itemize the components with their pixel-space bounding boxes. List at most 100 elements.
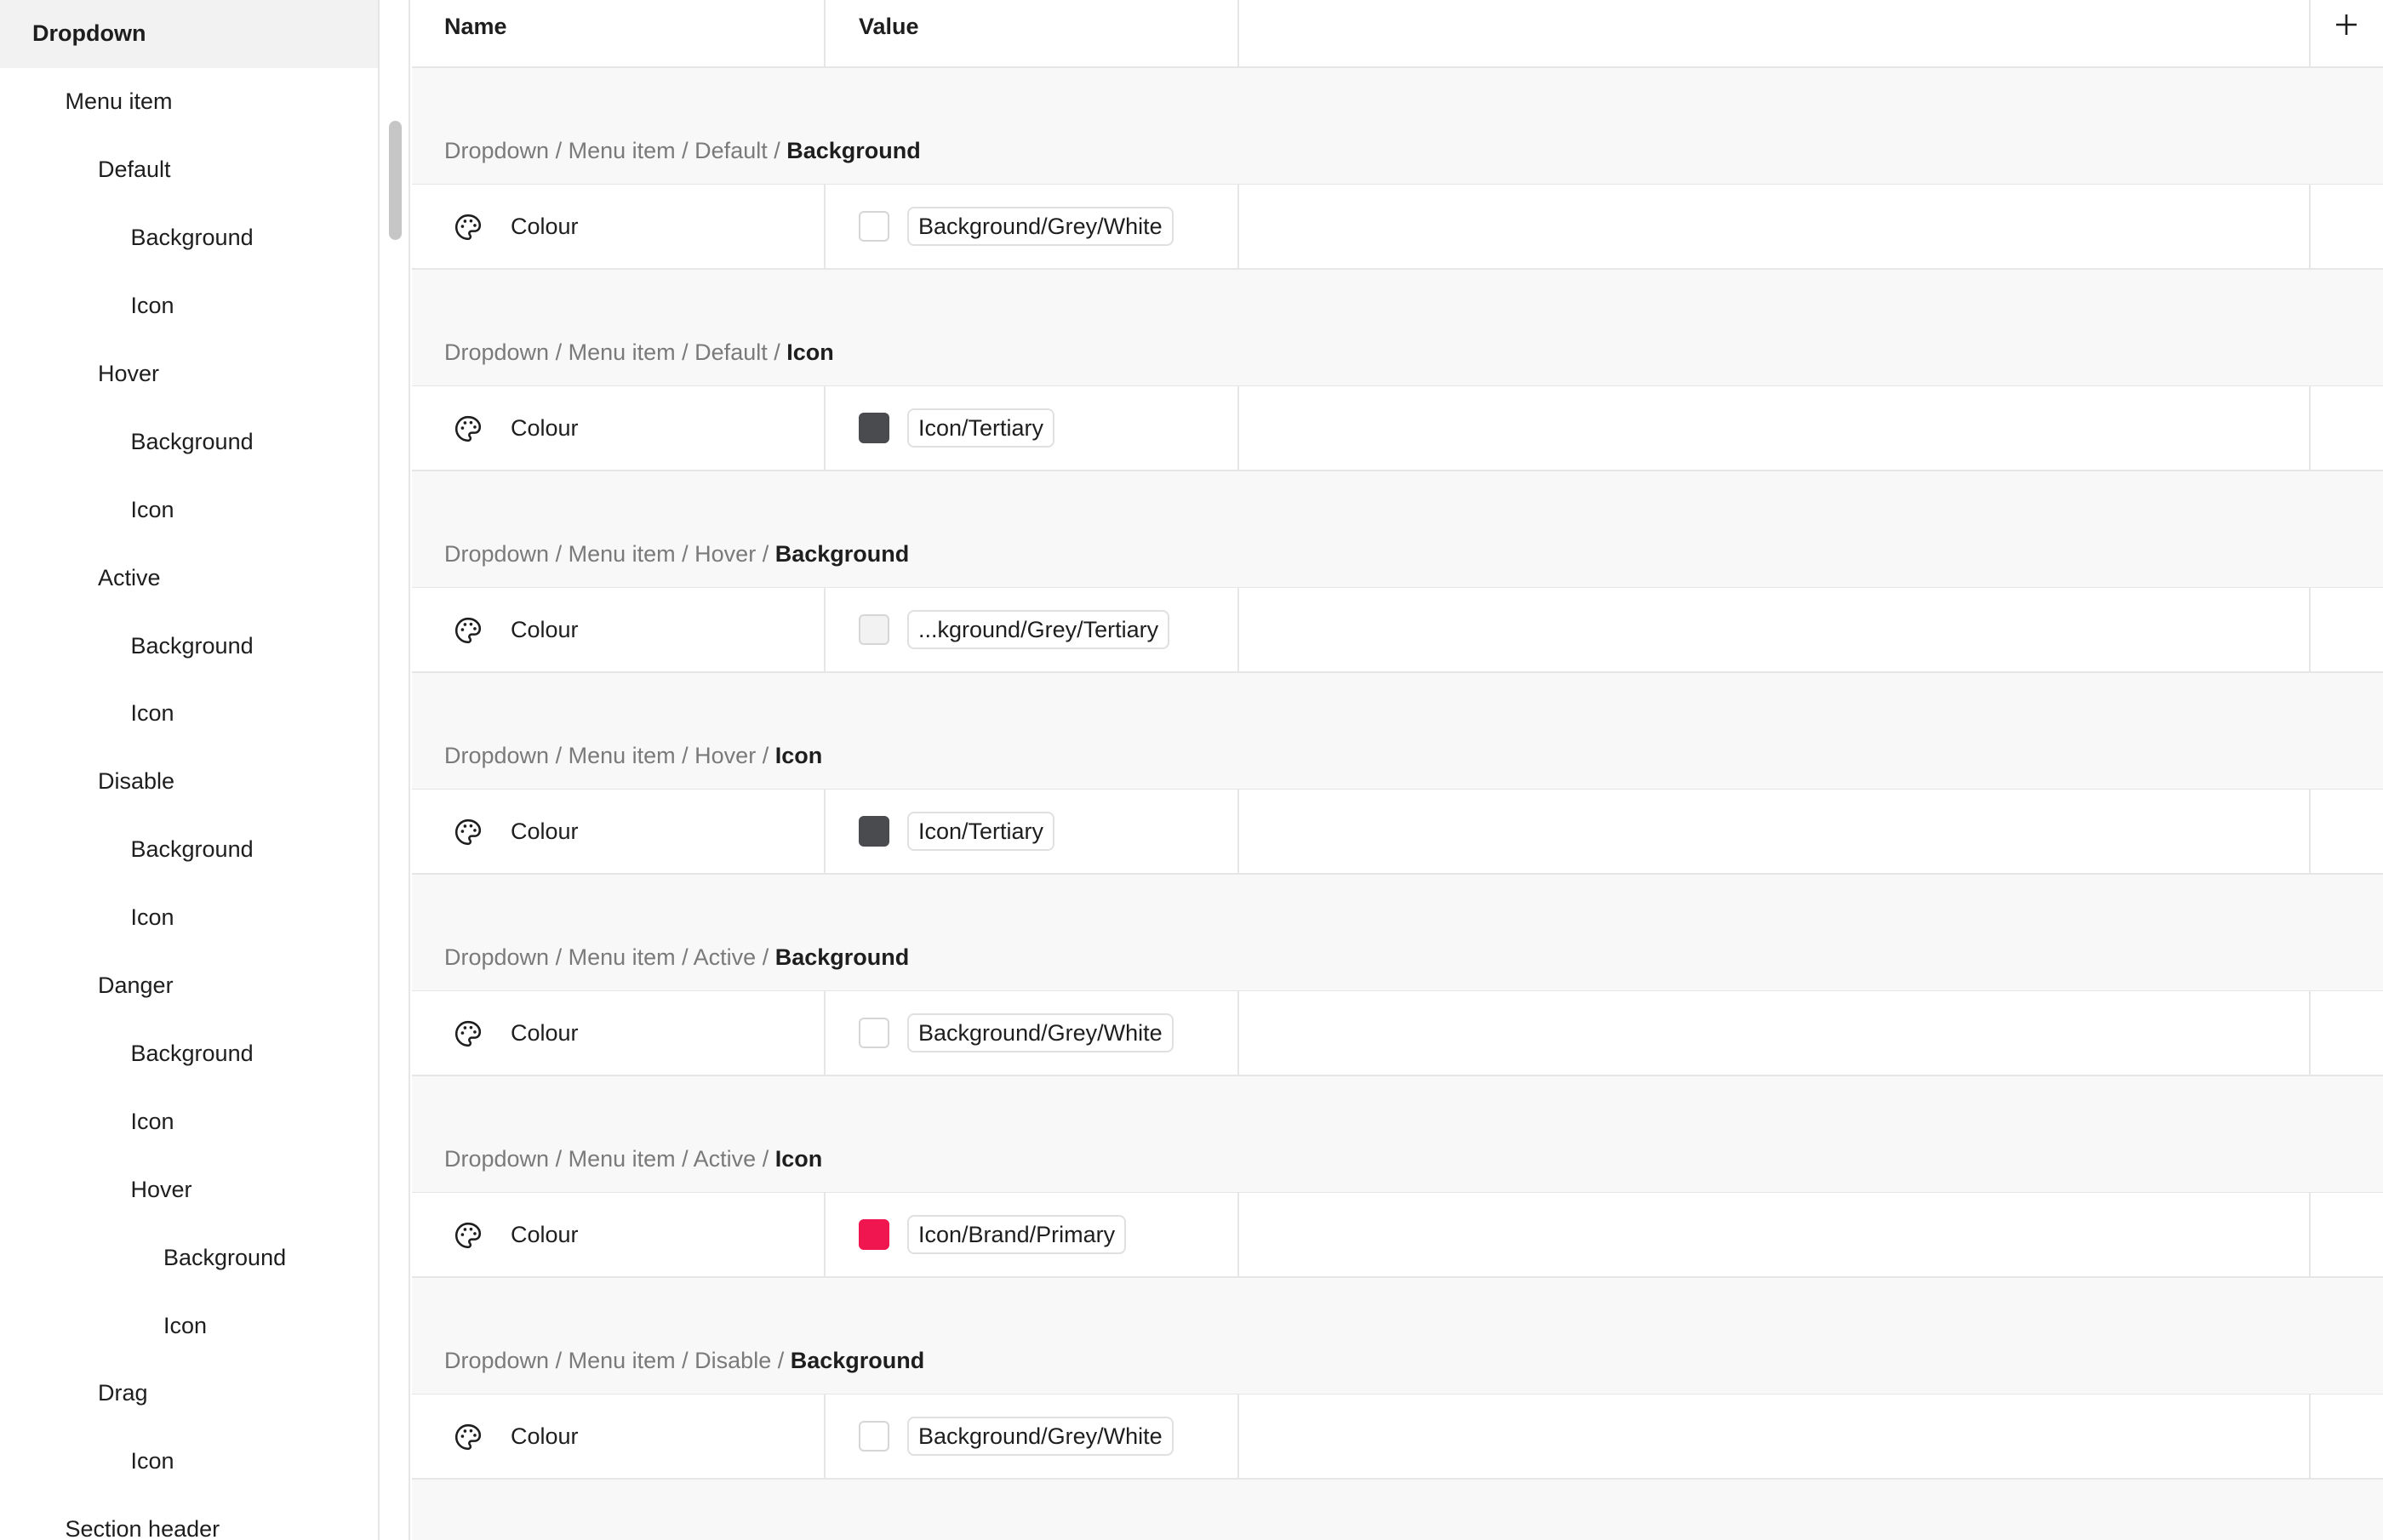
table-row[interactable]: Colour Icon/Brand/Primary xyxy=(412,1193,2383,1278)
path-separator: / xyxy=(767,138,787,163)
group-path-leaf: Background xyxy=(774,944,910,970)
token-alias-pill[interactable]: Icon/Brand/Primary xyxy=(907,1215,1127,1254)
table-header: Name Value xyxy=(412,0,2383,68)
palette-icon xyxy=(453,615,483,646)
variable-name[interactable]: Colour xyxy=(511,1020,579,1047)
group-path-segment: Dropdown xyxy=(444,1348,550,1373)
cell-divider xyxy=(824,386,826,470)
table-row[interactable]: Colour ...kground/Grey/Tertiary xyxy=(412,588,2383,673)
group-header: Dropdown / Menu item / Active / Icon xyxy=(412,1076,2383,1194)
group-header: Dropdown / Menu item / Hover / Backgroun… xyxy=(412,471,2383,589)
column-divider xyxy=(824,0,826,66)
sidebar-item-label: Icon xyxy=(130,700,174,727)
add-column-button[interactable] xyxy=(2309,0,2383,49)
group-path: Dropdown / Menu item / Default / Icon xyxy=(444,339,834,366)
path-separator: / xyxy=(756,541,775,567)
cell-divider xyxy=(824,588,826,671)
variable-name[interactable]: Colour xyxy=(511,617,579,643)
sidebar-item-icon[interactable]: Icon xyxy=(0,1428,378,1496)
group-path-leaf: Icon xyxy=(774,743,823,768)
group-header: Dropdown / Menu item / Hover / Icon xyxy=(412,673,2383,790)
sidebar-item-menu-item[interactable]: Menu item xyxy=(0,68,378,136)
token-alias-pill[interactable]: Background/Grey/White xyxy=(907,1417,1174,1456)
palette-icon xyxy=(453,414,483,444)
sidebar-item-background[interactable]: Background xyxy=(0,204,378,272)
plus-icon xyxy=(2335,14,2357,35)
color-swatch[interactable] xyxy=(859,413,889,443)
group-path-segment: Menu item xyxy=(568,743,676,768)
sidebar-item-icon[interactable]: Icon xyxy=(0,1292,378,1360)
sidebar-item-icon[interactable]: Icon xyxy=(0,1087,378,1155)
variable-name[interactable]: Colour xyxy=(511,818,579,845)
column-divider xyxy=(1237,0,1239,66)
color-swatch[interactable] xyxy=(859,816,889,847)
sidebar-item-background[interactable]: Background xyxy=(0,816,378,884)
table-row[interactable]: Colour Icon/Tertiary xyxy=(412,790,2383,875)
color-swatch[interactable] xyxy=(859,614,889,645)
sidebar-item-background[interactable]: Background xyxy=(0,1020,378,1088)
group-path-segment: Default xyxy=(694,138,768,163)
sidebar-item-active[interactable]: Active xyxy=(0,544,378,612)
sidebar-item-icon[interactable]: Icon xyxy=(0,272,378,340)
cell-divider xyxy=(824,185,826,268)
sidebar-item-hover[interactable]: Hover xyxy=(0,340,378,408)
token-alias-pill[interactable]: ...kground/Grey/Tertiary xyxy=(907,610,1170,649)
path-separator: / xyxy=(767,339,787,365)
sidebar-item-label: Background xyxy=(163,1244,287,1270)
sidebar-item-icon[interactable]: Icon xyxy=(0,680,378,748)
cell-divider xyxy=(1237,1395,1239,1478)
variable-name[interactable]: Colour xyxy=(511,1423,579,1450)
sidebar-item-disable[interactable]: Disable xyxy=(0,748,378,816)
variable-name[interactable]: Colour xyxy=(511,415,579,442)
group-path-segment: Hover xyxy=(694,743,757,768)
table-row[interactable]: Colour Background/Grey/White xyxy=(412,1395,2383,1480)
table-row[interactable]: Colour Background/Grey/White xyxy=(412,991,2383,1076)
color-swatch[interactable] xyxy=(859,1219,889,1250)
path-separator: / xyxy=(756,743,775,768)
token-alias-pill[interactable]: Background/Grey/White xyxy=(907,1013,1174,1052)
sidebar-item-dropdown[interactable]: Dropdown xyxy=(0,0,378,68)
sidebar-item-default[interactable]: Default xyxy=(0,136,378,204)
cell-divider xyxy=(1237,991,1239,1075)
path-separator: / xyxy=(675,743,695,768)
path-separator: / xyxy=(549,138,569,163)
cell-divider xyxy=(824,1395,826,1478)
table-row[interactable]: Colour Icon/Tertiary xyxy=(412,386,2383,471)
variable-name[interactable]: Colour xyxy=(511,1222,579,1248)
sidebar-item-label: Icon xyxy=(130,293,174,319)
group-path-segment: Disable xyxy=(694,1348,772,1373)
group-path-leaf: Icon xyxy=(774,1146,823,1172)
sidebar-item-section-header[interactable]: Section header xyxy=(0,1496,378,1540)
path-separator: / xyxy=(549,944,569,970)
sidebar-item-danger[interactable]: Danger xyxy=(0,952,378,1020)
sidebar-item-background[interactable]: Background xyxy=(0,1223,378,1292)
group-path: Dropdown / Menu item / Disable / Backgro… xyxy=(444,1348,924,1374)
sidebar-item-label: Icon xyxy=(130,496,174,522)
path-separator: / xyxy=(675,541,695,567)
cell-divider xyxy=(2309,1395,2311,1478)
column-header-value[interactable]: Value xyxy=(859,0,919,66)
sidebar-item-icon[interactable]: Icon xyxy=(0,476,378,544)
cell-divider xyxy=(1237,790,1239,873)
sidebar-item-background[interactable]: Background xyxy=(0,408,378,476)
palette-icon xyxy=(453,817,483,847)
variable-name[interactable]: Colour xyxy=(511,214,579,240)
token-alias-pill[interactable]: Icon/Tertiary xyxy=(907,408,1055,448)
color-swatch[interactable] xyxy=(859,1421,889,1452)
sidebar-item-hover[interactable]: Hover xyxy=(0,1155,378,1223)
sidebar-item-background[interactable]: Background xyxy=(0,612,378,680)
token-alias-pill[interactable]: Background/Grey/White xyxy=(907,207,1174,246)
column-header-name[interactable]: Name xyxy=(444,0,507,66)
path-separator: / xyxy=(675,1348,695,1373)
sidebar-item-drag[interactable]: Drag xyxy=(0,1360,378,1428)
color-swatch[interactable] xyxy=(859,211,889,242)
path-separator: / xyxy=(771,1348,791,1373)
token-alias-pill[interactable]: Icon/Tertiary xyxy=(907,812,1055,851)
group-path-segment: Hover xyxy=(694,541,757,567)
cell-divider xyxy=(2309,1193,2311,1276)
table-row[interactable]: Colour Background/Grey/White xyxy=(412,185,2383,270)
sidebar-item-icon[interactable]: Icon xyxy=(0,884,378,952)
color-swatch[interactable] xyxy=(859,1018,889,1048)
path-separator: / xyxy=(549,1348,569,1373)
sidebar-scrollbar-thumb[interactable] xyxy=(389,121,402,240)
